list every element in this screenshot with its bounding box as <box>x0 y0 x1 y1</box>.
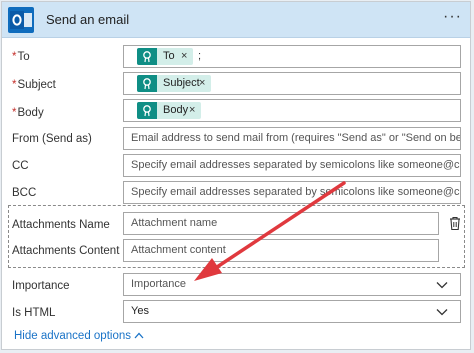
more-options-icon[interactable]: ··· <box>443 8 462 26</box>
body-token-label: Body <box>163 104 189 116</box>
to-token-label: To <box>163 50 175 62</box>
importance-value: Importance <box>131 278 187 290</box>
subject-label: *Subject <box>12 79 56 91</box>
body-label: *Body <box>12 107 44 119</box>
trash-icon[interactable] <box>448 215 462 231</box>
subject-token[interactable]: Subject × <box>137 75 211 92</box>
subject-field[interactable]: Subject × <box>123 72 461 95</box>
chevron-down-icon <box>436 309 448 316</box>
is-html-dropdown[interactable]: Yes <box>123 300 461 323</box>
bcc-label: BCC <box>12 187 37 199</box>
importance-label: Importance <box>12 280 70 292</box>
from-field[interactable]: Email address to send mail from (require… <box>123 127 461 150</box>
to-field[interactable]: To × ; <box>123 45 461 68</box>
from-label: From (Send as) <box>12 133 92 145</box>
is-html-label: Is HTML <box>12 307 56 319</box>
cc-label: CC <box>12 160 29 172</box>
body-token[interactable]: Body × <box>137 102 201 119</box>
close-icon[interactable]: × <box>189 102 195 119</box>
send-email-card: Send an email ··· *To To × ; *Subject Su… <box>1 1 471 350</box>
bcc-field[interactable]: Specify email addresses separated by sem… <box>123 181 461 204</box>
dynamic-content-icon <box>137 48 157 65</box>
token-separator: ; <box>198 50 202 62</box>
attachments-name-label: Attachments Name <box>12 219 110 231</box>
dynamic-content-icon <box>137 102 157 119</box>
required-marker: * <box>12 51 17 63</box>
close-icon[interactable]: × <box>181 48 187 65</box>
hide-advanced-options-link[interactable]: Hide advanced options <box>14 330 144 342</box>
chevron-up-icon <box>134 332 144 339</box>
dynamic-content-icon <box>137 75 157 92</box>
is-html-value: Yes <box>131 305 149 317</box>
body-field[interactable]: Body × <box>123 99 461 122</box>
close-icon[interactable]: × <box>199 75 205 92</box>
subject-token-label: Subject <box>163 77 200 89</box>
to-token[interactable]: To × <box>137 48 193 65</box>
chevron-down-icon <box>436 282 448 289</box>
required-marker: * <box>12 107 17 119</box>
importance-dropdown[interactable]: Importance <box>123 273 461 296</box>
attachments-content-label: Attachments Content <box>12 245 120 257</box>
cc-field[interactable]: Specify email addresses separated by sem… <box>123 154 461 177</box>
attachments-content-field[interactable]: Attachment content <box>123 239 439 262</box>
outlook-icon <box>8 7 34 33</box>
card-title: Send an email <box>46 12 130 27</box>
required-marker: * <box>12 79 17 91</box>
card-header[interactable]: Send an email ··· <box>2 2 470 38</box>
attachments-name-field[interactable]: Attachment name <box>123 212 439 235</box>
to-label: *To <box>12 51 30 63</box>
